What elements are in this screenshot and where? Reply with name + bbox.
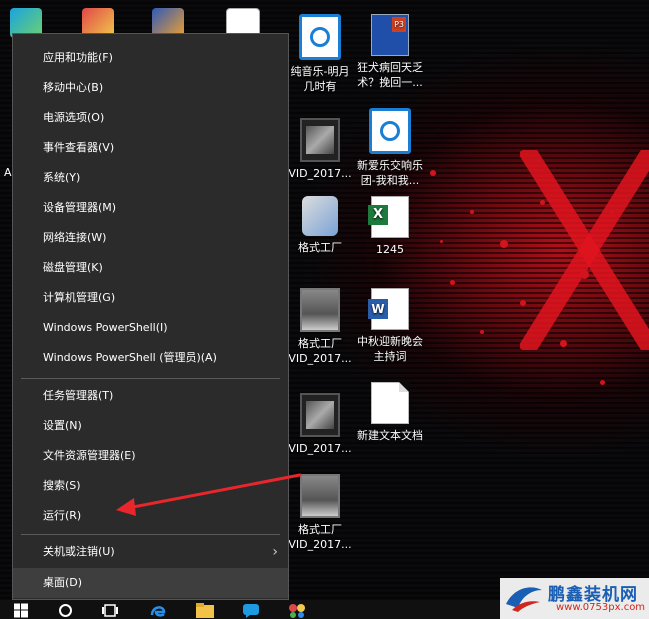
file-explorer-icon[interactable] <box>196 603 214 618</box>
site-watermark: 鹏鑫装机网 www.0753px.com <box>500 578 649 619</box>
music-file-icon <box>299 14 341 60</box>
chevron-right-icon: › <box>272 544 278 560</box>
desktop-icon[interactable]: 新建文本文档 <box>354 382 426 443</box>
word-file-icon <box>368 288 409 330</box>
menu-item-power-options[interactable]: 电源选项(O) <box>13 103 288 133</box>
desktop-icon-label: 纯音乐-明月 几时有 <box>290 65 350 93</box>
desktop-left-letter: A <box>4 166 12 179</box>
desktop-icon-label: 格式工厂 VID_2017... <box>288 523 352 551</box>
desktop-icon-label: 格式工厂 <box>298 241 342 254</box>
watermark-url: www.0753px.com <box>556 602 646 613</box>
format-factory-icon <box>302 196 338 236</box>
menu-item-settings[interactable]: 设置(N) <box>13 411 288 441</box>
desktop-icon-label: 新建文本文档 <box>357 429 423 442</box>
desktop-icon[interactable]: 狂犬病回天乏 术？挽回一... <box>354 14 426 90</box>
menu-item-disk-management[interactable]: 磁盘管理(K) <box>13 253 288 283</box>
music-file-icon <box>369 108 411 154</box>
desktop-icon-label: VID_2017... <box>288 167 352 180</box>
desktop-icon[interactable]: 纯音乐-明月 几时有 <box>284 14 356 94</box>
menu-item-task-manager[interactable]: 任务管理器(T) <box>13 381 288 411</box>
desktop-icon-label: 狂犬病回天乏 术？挽回一... <box>357 61 423 89</box>
text-file-icon <box>371 382 409 424</box>
desktop-icon[interactable]: 格式工厂 VID_2017... <box>284 474 356 552</box>
desktop-icon[interactable]: 格式工厂 <box>284 196 356 255</box>
video-file-icon <box>300 118 340 162</box>
desktop-icon[interactable]: 新爱乐交响乐 团-我和我... <box>354 108 426 188</box>
menu-item-search[interactable]: 搜索(S) <box>13 471 288 501</box>
menu-item-device-manager[interactable]: 设备管理器(M) <box>13 193 288 223</box>
desktop-icon-label: 格式工厂 VID_2017... <box>288 337 352 365</box>
edge-icon[interactable] <box>150 603 166 618</box>
desktop-icon-label: VID_2017... <box>288 442 352 455</box>
desktop-icon-label: 1245 <box>376 243 404 256</box>
menu-item-powershell-admin[interactable]: Windows PowerShell (管理员)(A) <box>13 343 288 373</box>
cortana-circle-icon[interactable] <box>58 603 73 618</box>
wallpaper-x-graphic <box>520 150 649 350</box>
desktop-icon[interactable]: VID_2017... <box>284 118 356 181</box>
pengxin-logo-icon <box>506 587 542 612</box>
menu-separator <box>21 378 280 379</box>
menu-item-powershell[interactable]: Windows PowerShell(I) <box>13 313 288 343</box>
desktop-icon[interactable]: 中秋迎新晚会 主持词 <box>354 288 426 364</box>
menu-item-mobility-center[interactable]: 移动中心(B) <box>13 73 288 103</box>
excel-file-icon <box>368 196 409 238</box>
menu-item-file-explorer[interactable]: 文件资源管理器(E) <box>13 441 288 471</box>
menu-item-desktop[interactable]: 桌面(D) <box>13 568 288 598</box>
menu-item-run[interactable]: 运行(R) <box>13 501 288 531</box>
video-thumbnail-icon <box>300 288 340 332</box>
app-icon[interactable] <box>288 603 306 618</box>
desktop-icon-label: 中秋迎新晚会 主持词 <box>357 335 423 363</box>
desktop-icon[interactable]: VID_2017... <box>284 393 356 456</box>
start-icon[interactable] <box>14 603 28 618</box>
video-thumbnail-icon <box>300 474 340 518</box>
menu-item-shutdown-signout[interactable]: 关机或注销(U) › <box>13 537 288 567</box>
presentation-file-icon <box>371 14 409 56</box>
menu-item-apps-features[interactable]: 应用和功能(F) <box>13 43 288 73</box>
desktop-icon[interactable]: 格式工厂 VID_2017... <box>284 288 356 366</box>
winx-context-menu: 应用和功能(F) 移动中心(B) 电源选项(O) 事件查看器(V) 系统(Y) … <box>12 33 289 600</box>
chat-icon[interactable] <box>242 603 260 618</box>
menu-item-computer-management[interactable]: 计算机管理(G) <box>13 283 288 313</box>
desktop-icon-label: 新爱乐交响乐 团-我和我... <box>357 159 423 187</box>
menu-item-system[interactable]: 系统(Y) <box>13 163 288 193</box>
menu-item-label: 关机或注销(U) <box>43 545 115 558</box>
task-view-icon[interactable] <box>102 603 118 618</box>
menu-item-event-viewer[interactable]: 事件查看器(V) <box>13 133 288 163</box>
video-file-icon <box>300 393 340 437</box>
menu-item-network-connections[interactable]: 网络连接(W) <box>13 223 288 253</box>
menu-separator <box>21 534 280 535</box>
desktop-icon[interactable]: 1245 <box>354 196 426 257</box>
